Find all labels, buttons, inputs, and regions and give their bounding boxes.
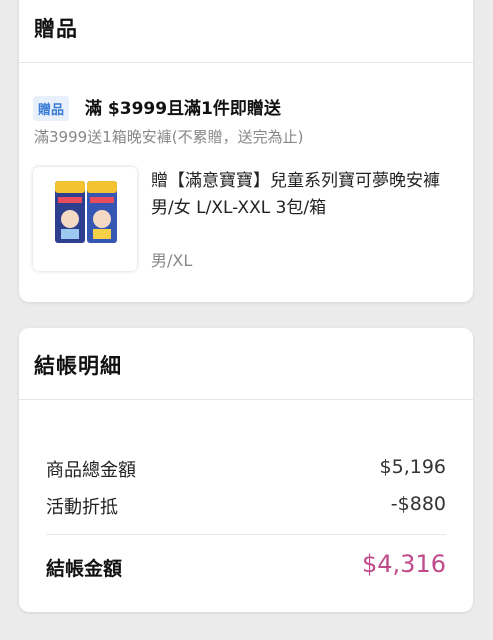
subtotal-label: 商品總金額 xyxy=(46,460,136,481)
promo-subtitle: 滿3999送1箱晚安褲(不累贈，送完為止) xyxy=(34,128,304,146)
promo-title: 滿 $3999且滿1件即贈送 xyxy=(85,99,281,119)
total-label: 結帳金額 xyxy=(46,558,123,580)
product-name[interactable]: 贈【滿意寶寶】兒童系列寶可夢晚安褲男/女 L/XL-XXL 3包/箱 xyxy=(151,168,456,222)
gift-card-divider xyxy=(19,62,473,63)
checkout-card-title: 結帳明細 xyxy=(34,354,122,378)
checkout-card-divider xyxy=(19,399,473,400)
gift-badge: 贈品 xyxy=(33,96,70,121)
total-divider xyxy=(46,534,446,535)
gift-card-title: 贈品 xyxy=(34,17,78,41)
gift-card: 贈品 贈品 滿 $3999且滿1件即贈送 滿3999送1箱晚安褲(不累贈，送完為… xyxy=(19,0,473,302)
diaper-pack-image-icon xyxy=(33,167,137,271)
subtotal-value: $5,196 xyxy=(379,456,446,478)
discount-value: -$880 xyxy=(390,493,446,515)
total-value: $4,316 xyxy=(362,550,446,578)
product-variant: 男/XL xyxy=(151,251,193,270)
product-image[interactable] xyxy=(33,167,137,271)
checkout-summary-card: 結帳明細 商品總金額 $5,196 活動折抵 -$880 結帳金額 $4,316 xyxy=(19,328,473,612)
discount-label: 活動折抵 xyxy=(46,497,118,518)
